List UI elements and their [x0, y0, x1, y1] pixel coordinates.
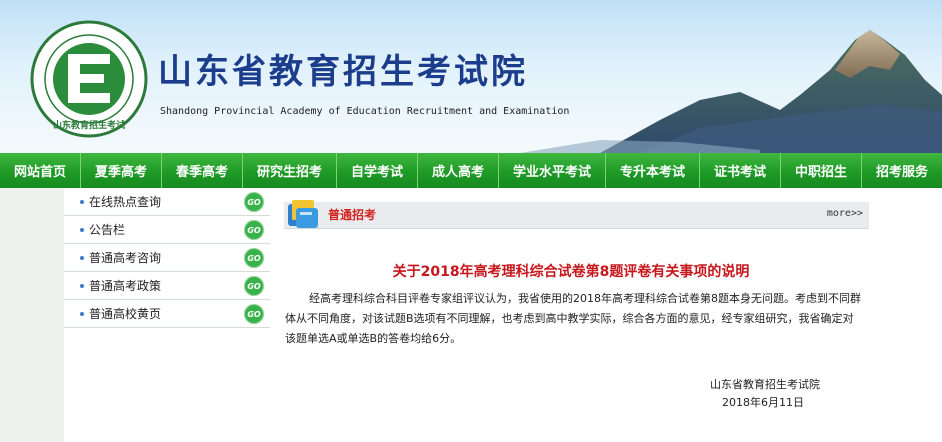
nav-item-home[interactable]: 网站首页 — [0, 153, 81, 188]
nav-item-exam-services[interactable]: 招考服务 — [862, 153, 942, 188]
nav-item-self-study-exam[interactable]: 自学考试 — [337, 153, 418, 188]
nav-item-graduate-exam[interactable]: 研究生招考 — [243, 153, 337, 188]
academy-logo-icon: 山东教育招生考试 — [30, 20, 148, 138]
article-title: 关于2018年高考理科综合试卷第8题评卷有关事项的说明 — [392, 264, 750, 280]
main-navigation: 网站首页 夏季高考 春季高考 研究生招考 自学考试 成人高考 学业水平考试 专升… — [0, 153, 942, 188]
nav-item-certificate-exam[interactable]: 证书考试 — [700, 153, 781, 188]
nav-item-summer-exam[interactable]: 夏季高考 — [81, 153, 162, 188]
site-header: 山东教育招生考试 山东省教育招生考试院 Shandong Provincial … — [0, 0, 942, 153]
sidebar-item-label: 公告栏 — [89, 223, 126, 237]
nav-item-upgrade-exam[interactable]: 专升本考试 — [606, 153, 700, 188]
sidebar: 在线热点查询 GO 公告栏 GO 普通高考咨询 GO 普通高考政策 GO 普通高… — [64, 188, 270, 442]
bullet-icon — [80, 227, 84, 232]
sidebar-item-gaokao-consult[interactable]: 普通高考咨询 GO — [64, 244, 270, 272]
site-title-english: Shandong Provincial Academy of Education… — [160, 106, 570, 117]
article-body: 经高考理科综合科目评卷专家组评议认为，我省使用的2018年高考理科综合试卷第8题… — [285, 292, 861, 345]
section-header: 普通招考 more>> — [284, 200, 869, 229]
logo-bottom-text: 山东教育招生考试 — [53, 119, 125, 131]
sidebar-item-university-directory[interactable]: 普通高校黄页 GO — [64, 300, 270, 328]
nav-item-spring-exam[interactable]: 春季高考 — [162, 153, 243, 188]
article-signature-date: 2018年6月11日 — [722, 396, 804, 409]
bullet-icon — [80, 283, 84, 288]
sidebar-item-label: 普通高考咨询 — [89, 251, 162, 265]
nav-item-academic-level-exam[interactable]: 学业水平考试 — [499, 153, 606, 188]
main-content: 普通招考 more>> 关于2018年高考理科综合试卷第8题评卷有关事项的说明 … — [270, 188, 942, 442]
sidebar-item-bulletin[interactable]: 公告栏 GO — [64, 216, 270, 244]
bullet-icon — [80, 199, 84, 204]
folder-icon — [288, 200, 318, 228]
go-icon[interactable]: GO — [244, 248, 264, 268]
bullet-icon — [80, 255, 84, 260]
sidebar-item-hot-query[interactable]: 在线热点查询 GO — [64, 188, 270, 216]
more-link[interactable]: more>> — [827, 208, 863, 219]
section-title: 普通招考 — [328, 208, 377, 222]
nav-item-vocational-enrollment[interactable]: 中职招生 — [781, 153, 862, 188]
sidebar-item-gaokao-policy[interactable]: 普通高考政策 GO — [64, 272, 270, 300]
site-title-chinese: 山东省教育招生考试院 — [158, 52, 528, 92]
article-signature-organization: 山东省教育招生考试院 — [710, 378, 820, 391]
go-icon[interactable]: GO — [244, 220, 264, 240]
sidebar-item-label: 普通高校黄页 — [89, 307, 162, 321]
sidebar-item-label: 普通高考政策 — [89, 279, 162, 293]
go-icon[interactable]: GO — [244, 192, 264, 212]
sidebar-item-label: 在线热点查询 — [89, 195, 162, 209]
nav-item-adult-exam[interactable]: 成人高考 — [418, 153, 499, 188]
go-icon[interactable]: GO — [244, 304, 264, 324]
bullet-icon — [80, 311, 84, 316]
go-icon[interactable]: GO — [244, 276, 264, 296]
